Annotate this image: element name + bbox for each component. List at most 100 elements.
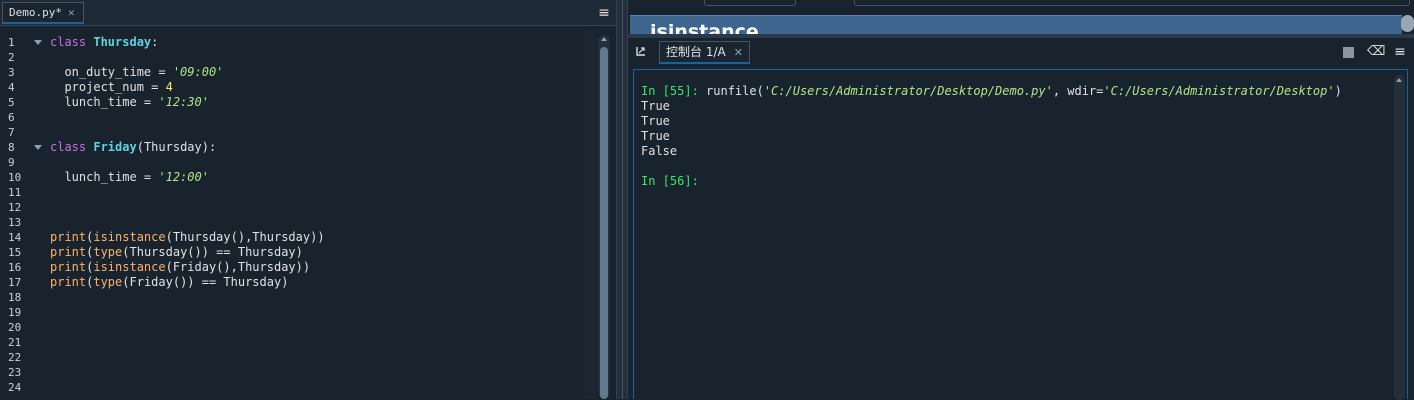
code-line-15: print(type(Thursday()) == Thursday) bbox=[50, 245, 303, 260]
string-literal: 'C:/Users/Administrator/Desktop' bbox=[1103, 84, 1335, 98]
help-pane-bottom-border bbox=[628, 34, 1414, 38]
undock-icon[interactable] bbox=[636, 46, 646, 56]
editor-options-menu-icon[interactable]: ≡ bbox=[596, 5, 612, 21]
code-text: (Thursday(),Thursday)) bbox=[165, 230, 325, 244]
console-tab-bar: 控制台 1/A ✕ ⌫ ≡ bbox=[628, 40, 1414, 64]
line-number: 3 bbox=[8, 66, 15, 79]
help-object-input[interactable] bbox=[854, 0, 1410, 6]
code-text-area[interactable]: class Thursday: on_duty_time = '09:00' p… bbox=[46, 30, 584, 399]
line-number: 23 bbox=[8, 366, 22, 379]
builtin-function: print bbox=[50, 230, 87, 244]
code-line-5: lunch_time = '12:30' bbox=[50, 95, 209, 110]
line-number: 8 bbox=[8, 141, 15, 154]
code-text: lunch_time = bbox=[50, 170, 159, 184]
code-line-17: print(type(Friday()) == Thursday) bbox=[50, 275, 288, 290]
console-tab[interactable]: 控制台 1/A ✕ bbox=[659, 41, 750, 64]
line-number: 2 bbox=[8, 51, 15, 64]
scroll-up-arrow-icon[interactable] bbox=[601, 37, 607, 41]
editor-tab-demo-py[interactable]: Demo.py* ✕ bbox=[2, 2, 84, 24]
code-text: : bbox=[151, 35, 159, 49]
editor-pane: Demo.py* ✕ ≡ 1 2 3 4 5 6 7 8 9 10 11 12 1… bbox=[0, 0, 616, 399]
string-literal: '12:00' bbox=[158, 170, 209, 184]
eraser-icon[interactable]: ⌫ bbox=[1367, 44, 1385, 60]
keyword: class bbox=[50, 140, 87, 154]
keyword: class bbox=[50, 35, 87, 49]
ipython-console[interactable]: In [55]: runfile('C:/Users/Administrator… bbox=[633, 69, 1408, 400]
code-line-10: lunch_time = '12:00' bbox=[50, 170, 209, 185]
code-line-8: class Friday(Thursday): bbox=[50, 140, 216, 155]
code-text: (Thursday): bbox=[136, 140, 217, 154]
code-line-4: project_num = 4 bbox=[50, 80, 173, 95]
line-number: 20 bbox=[8, 321, 22, 334]
console-vertical-scrollbar[interactable] bbox=[1394, 75, 1405, 400]
scroll-up-arrow-icon[interactable] bbox=[1396, 78, 1402, 82]
console-output-line: True bbox=[641, 99, 670, 113]
builtin-function: type bbox=[93, 245, 123, 259]
code-line-3: on_duty_time = '09:00' bbox=[50, 65, 223, 80]
code-text: on_duty_time = bbox=[50, 65, 173, 79]
line-number: 9 bbox=[8, 156, 15, 169]
line-number: 19 bbox=[8, 306, 22, 319]
pane-splitter[interactable] bbox=[616, 0, 628, 399]
code-editor[interactable]: 1 2 3 4 5 6 7 8 9 10 11 12 13 14 15 16 1… bbox=[0, 30, 616, 399]
help-title: isinstance bbox=[650, 21, 759, 34]
editor-vertical-scrollbar[interactable] bbox=[598, 35, 610, 399]
console-output-line: True bbox=[641, 129, 670, 143]
line-number: 1 bbox=[8, 36, 15, 49]
input-prompt: In [55]: bbox=[641, 84, 699, 98]
number-literal: 4 bbox=[165, 80, 173, 94]
console-options-menu-icon[interactable]: ≡ bbox=[1392, 44, 1408, 60]
fold-toggle-icon[interactable] bbox=[34, 40, 42, 45]
help-scrollbar-thumb[interactable] bbox=[1401, 15, 1414, 32]
help-source-select[interactable] bbox=[704, 0, 796, 6]
builtin-function: type bbox=[93, 275, 123, 289]
tab-close-icon[interactable]: ✕ bbox=[734, 46, 743, 59]
line-number: 17 bbox=[8, 276, 22, 289]
line-number: 4 bbox=[8, 81, 15, 94]
tab-close-icon[interactable]: ✕ bbox=[68, 6, 75, 19]
line-number: 5 bbox=[8, 96, 15, 109]
line-number-gutter: 1 2 3 4 5 6 7 8 9 10 11 12 13 14 15 16 1… bbox=[0, 30, 46, 399]
input-prompt: In [56]: bbox=[641, 174, 699, 188]
line-number: 21 bbox=[8, 336, 22, 349]
builtin-function: print bbox=[50, 275, 87, 289]
stop-square-icon[interactable] bbox=[1343, 47, 1354, 58]
console-text: , wdir= bbox=[1052, 84, 1104, 98]
line-number: 6 bbox=[8, 111, 15, 124]
line-number: 7 bbox=[8, 126, 15, 139]
class-name: Thursday bbox=[93, 35, 152, 49]
code-line-16: print(isinstance(Friday(),Thursday)) bbox=[50, 260, 310, 275]
console-text: runfile( bbox=[698, 84, 764, 98]
line-number: 13 bbox=[8, 216, 22, 229]
right-pane: isinstance 控制台 1/A ✕ ⌫ ≡ In [55]: runfile… bbox=[628, 0, 1414, 400]
line-number: 24 bbox=[8, 381, 22, 394]
builtin-function: isinstance bbox=[93, 260, 166, 274]
help-pane: isinstance bbox=[628, 0, 1414, 40]
splitter-divider-line bbox=[622, 0, 623, 399]
help-content-header: isinstance bbox=[630, 15, 1402, 34]
line-number: 10 bbox=[8, 171, 22, 184]
editor-scrollbar-thumb[interactable] bbox=[600, 47, 608, 399]
builtin-function: print bbox=[50, 245, 87, 259]
fold-toggle-icon[interactable] bbox=[34, 145, 42, 150]
line-number: 22 bbox=[8, 351, 22, 364]
line-number: 18 bbox=[8, 291, 22, 304]
editor-tab-label: Demo.py* bbox=[9, 6, 62, 19]
editor-tab-bar: Demo.py* ✕ ≡ bbox=[0, 0, 616, 26]
line-number: 16 bbox=[8, 261, 22, 274]
code-text: (Thursday()) == Thursday) bbox=[122, 245, 303, 259]
line-number: 14 bbox=[8, 231, 22, 244]
code-text: lunch_time = bbox=[50, 95, 159, 109]
code-line-1: class Thursday: bbox=[50, 35, 158, 50]
code-text: (Friday()) == Thursday) bbox=[122, 275, 289, 289]
line-number: 15 bbox=[8, 246, 22, 259]
builtin-function: print bbox=[50, 260, 87, 274]
console-input-line[interactable]: In [56]: bbox=[641, 174, 699, 189]
builtin-function: isinstance bbox=[93, 230, 166, 244]
console-tab-label: 控制台 1/A bbox=[666, 45, 726, 59]
string-literal: '12:30' bbox=[158, 95, 209, 109]
console-output-line: True bbox=[641, 114, 670, 128]
console-input-line: In [55]: runfile('C:/Users/Administrator… bbox=[641, 84, 1342, 99]
string-literal: 'C:/Users/Administrator/Desktop/Demo.py' bbox=[763, 84, 1053, 98]
editor-side-strip bbox=[584, 30, 596, 399]
